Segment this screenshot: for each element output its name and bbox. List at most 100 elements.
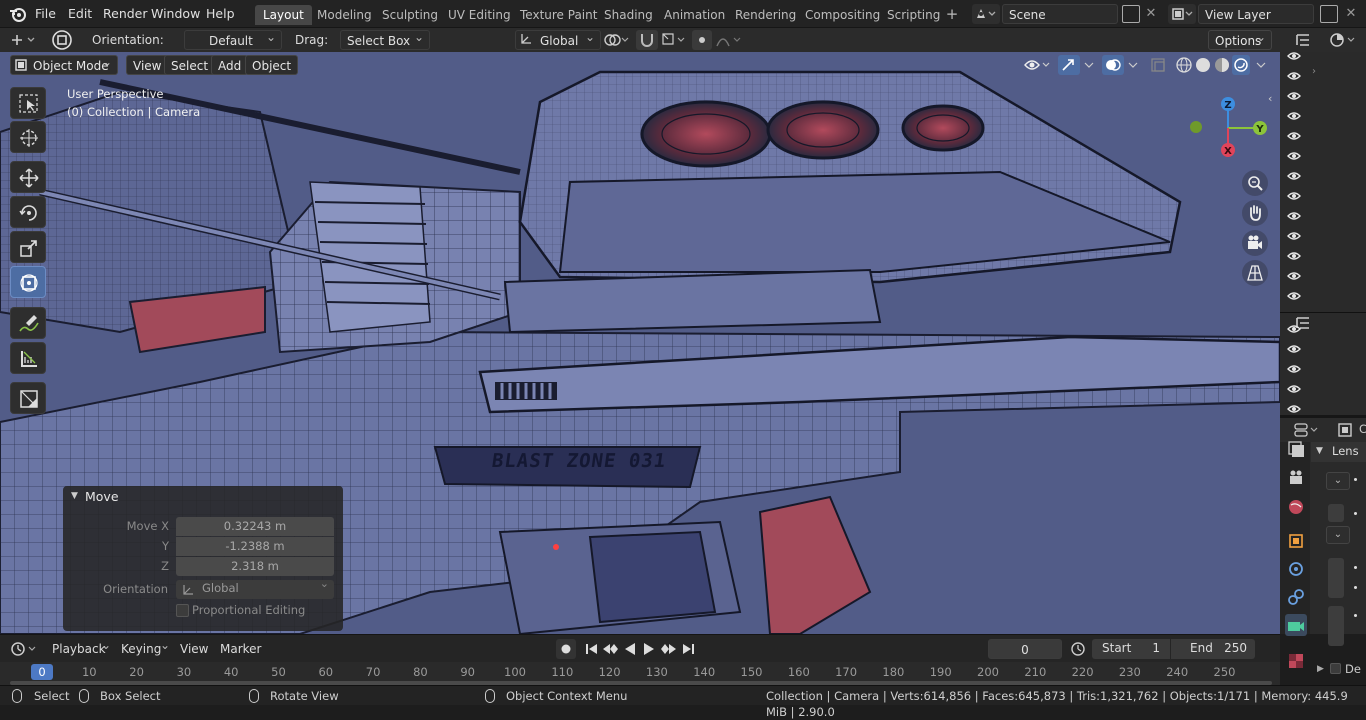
viewport-menu-select[interactable]: Select bbox=[164, 55, 216, 75]
sidebar-toggle-icon[interactable]: ‹ bbox=[1268, 92, 1278, 106]
visibility-filter-icon[interactable] bbox=[1022, 55, 1052, 75]
tab-compositing[interactable]: Compositing bbox=[797, 5, 888, 25]
gizmo-dropdown-icon[interactable] bbox=[1082, 55, 1096, 75]
close-view-layer-icon[interactable]: ✕ bbox=[1343, 4, 1359, 24]
lens-collapse-icon[interactable]: ▼ bbox=[1316, 446, 1323, 456]
tool-add-cube[interactable] bbox=[10, 382, 46, 414]
outliner2-visibility-icons[interactable] bbox=[1286, 325, 1302, 415]
move-y-field[interactable]: -1.2388 m bbox=[176, 537, 334, 556]
view-layer-icon[interactable] bbox=[1168, 4, 1196, 24]
tab-sculpting[interactable]: Sculpting bbox=[374, 5, 446, 25]
lens-field-a[interactable] bbox=[1328, 504, 1344, 522]
eye-icon[interactable] bbox=[1287, 132, 1301, 140]
tab-modeling[interactable]: Modeling bbox=[309, 5, 380, 25]
pivot-point-icon[interactable] bbox=[600, 30, 630, 50]
tab-animation[interactable]: Animation bbox=[656, 5, 733, 25]
tab-uv-editing[interactable]: UV Editing bbox=[440, 5, 519, 25]
eye-icon[interactable] bbox=[1287, 405, 1301, 413]
perspective-toggle-icon[interactable] bbox=[1242, 260, 1268, 286]
lens-field-c[interactable] bbox=[1328, 606, 1344, 646]
tab-rendering[interactable]: Rendering bbox=[727, 5, 804, 25]
eye-icon[interactable] bbox=[1287, 112, 1301, 120]
snap-target-icon[interactable] bbox=[660, 30, 688, 50]
tool-annotate[interactable] bbox=[10, 307, 46, 339]
options-dropdown[interactable]: Options bbox=[1208, 27, 1272, 50]
orientation-dropdown[interactable]: Default bbox=[184, 27, 282, 50]
eye-icon[interactable] bbox=[1287, 172, 1301, 180]
drag-dropdown[interactable]: Select Box bbox=[340, 27, 430, 50]
proportional-checkbox[interactable] bbox=[176, 604, 189, 617]
constraint-properties-icon[interactable] bbox=[1285, 586, 1307, 608]
lens-field-b[interactable] bbox=[1328, 558, 1344, 598]
lens-type-dropdown[interactable]: ⌄ bbox=[1326, 472, 1350, 490]
viewport-menu-view[interactable]: View bbox=[126, 55, 169, 75]
tool-select-box[interactable] bbox=[10, 87, 46, 119]
view-layer-field[interactable]: View Layer bbox=[1198, 4, 1314, 24]
collapse-icon[interactable]: ▼ bbox=[71, 491, 78, 501]
tool-transform[interactable] bbox=[10, 266, 46, 298]
snap-icon[interactable] bbox=[636, 30, 658, 50]
render-properties-icon[interactable] bbox=[1285, 438, 1307, 460]
tool-rotate[interactable] bbox=[10, 196, 46, 228]
viewport-menu-add[interactable]: Add bbox=[211, 55, 249, 75]
shading-wireframe-icon[interactable] bbox=[1175, 55, 1193, 75]
eye-icon[interactable] bbox=[1287, 385, 1301, 393]
viewport-menu-object[interactable]: Object bbox=[245, 55, 299, 75]
eye-icon[interactable] bbox=[1287, 272, 1301, 280]
zoom-icon[interactable] bbox=[1242, 170, 1268, 196]
properties-editor-type-icon[interactable] bbox=[1292, 421, 1324, 439]
properties-subpanel-checkbox[interactable] bbox=[1330, 663, 1341, 674]
eye-icon[interactable] bbox=[1287, 345, 1301, 353]
lens-dropdown-b[interactable]: ⌄ bbox=[1326, 526, 1350, 544]
menu-render[interactable]: Render bbox=[103, 5, 148, 23]
menu-window[interactable]: Window bbox=[151, 5, 200, 23]
overlays-toggle-icon[interactable] bbox=[1102, 55, 1124, 75]
tool-move[interactable] bbox=[10, 161, 46, 193]
scene-name-field[interactable]: Scene bbox=[1002, 4, 1118, 24]
eye-icon[interactable] bbox=[1287, 232, 1301, 240]
camera-data-properties-icon[interactable] bbox=[1285, 614, 1307, 636]
physics-properties-icon[interactable] bbox=[1285, 558, 1307, 580]
move-z-field[interactable]: 2.318 m bbox=[176, 557, 334, 576]
new-view-layer-icon[interactable] bbox=[1320, 5, 1338, 23]
outliner-visibility-icons[interactable] bbox=[1286, 52, 1302, 302]
outliner-editor-type-icon[interactable] bbox=[1294, 32, 1312, 48]
outliner-expand-icon[interactable]: › bbox=[1312, 66, 1316, 77]
proportional-editing-icon[interactable] bbox=[692, 30, 712, 50]
orientation-panel-dropdown[interactable]: Global ⌄ bbox=[176, 577, 334, 599]
menu-edit[interactable]: Edit bbox=[68, 5, 92, 23]
tool-measure[interactable] bbox=[10, 342, 46, 374]
editor-type-icon[interactable] bbox=[8, 30, 40, 50]
shading-material-icon[interactable] bbox=[1213, 55, 1231, 75]
output-properties-icon[interactable] bbox=[1285, 467, 1307, 489]
shading-solid-icon[interactable] bbox=[1194, 55, 1212, 75]
eye-icon[interactable] bbox=[1287, 252, 1301, 260]
object-properties-icon[interactable] bbox=[1285, 530, 1307, 552]
shading-rendered-icon[interactable] bbox=[1232, 55, 1250, 75]
tab-shading[interactable]: Shading bbox=[596, 5, 661, 25]
move-panel-title[interactable]: Move bbox=[85, 489, 119, 504]
falloff-icon[interactable] bbox=[714, 30, 744, 50]
display-mode-icon[interactable] bbox=[1328, 31, 1360, 49]
3d-viewport[interactable]: BLAST ZONE 031 Object Mode View Select A… bbox=[0, 52, 1280, 634]
shading-dropdown-icon[interactable] bbox=[1254, 55, 1268, 75]
xray-toggle-icon[interactable] bbox=[1148, 55, 1168, 75]
properties-subpanel-arrow-icon[interactable]: ▶ bbox=[1317, 664, 1324, 674]
active-tool-icon[interactable] bbox=[50, 28, 74, 52]
eye-icon[interactable] bbox=[1287, 292, 1301, 300]
add-workspace-icon[interactable]: + bbox=[944, 6, 960, 22]
blender-logo-icon[interactable] bbox=[9, 5, 27, 23]
new-scene-icon[interactable] bbox=[1122, 5, 1140, 23]
pan-hand-icon[interactable] bbox=[1242, 200, 1268, 226]
eye-icon[interactable] bbox=[1287, 152, 1301, 160]
tab-scripting[interactable]: Scripting bbox=[879, 5, 948, 25]
eye-icon[interactable] bbox=[1287, 365, 1301, 373]
properties-pin-icon[interactable] bbox=[1336, 421, 1354, 439]
move-x-field[interactable]: 0.32243 m bbox=[176, 517, 334, 536]
menu-file[interactable]: File bbox=[35, 5, 56, 23]
eye-icon[interactable] bbox=[1287, 325, 1301, 333]
overlays-dropdown-icon[interactable] bbox=[1126, 55, 1140, 75]
texture-properties-icon[interactable] bbox=[1285, 650, 1307, 672]
gizmo-toggle-icon[interactable] bbox=[1058, 55, 1080, 75]
navigation-gizmo[interactable]: Z Y X bbox=[1190, 90, 1270, 170]
